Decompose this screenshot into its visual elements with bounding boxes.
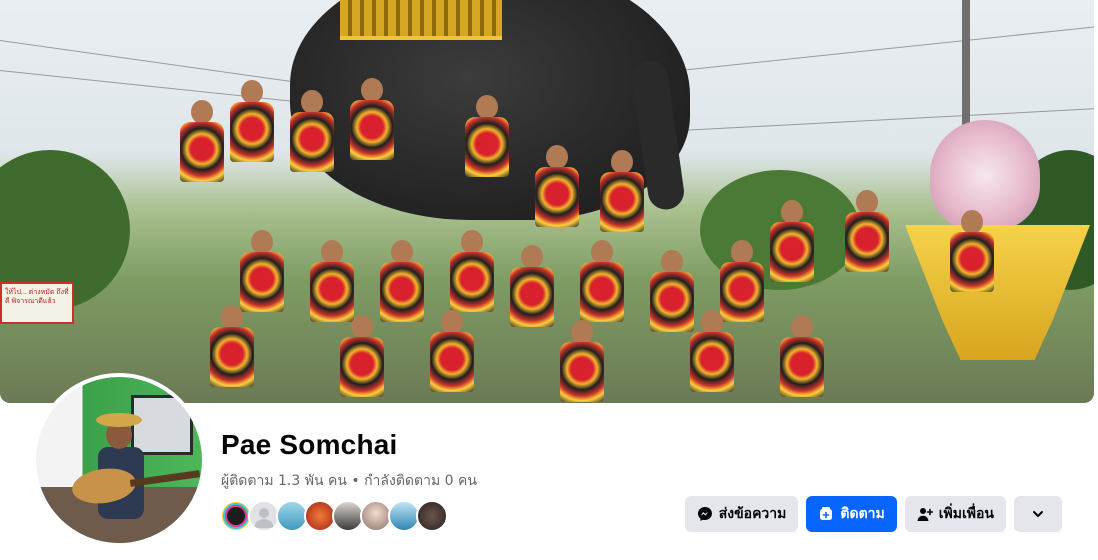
profile-picture[interactable] [32,373,206,547]
profile-photo [36,377,202,543]
power-line [679,26,1094,71]
person [510,245,554,375]
person [350,78,394,208]
follow-icon [818,506,834,522]
follow-button[interactable]: ติดตาม [806,496,897,532]
elephant-saddle [340,0,502,40]
cover-photo[interactable]: ให้ไป... ต่างหมัด ถึงที่ดี พิจารณาดีแล้ว [0,0,1094,403]
chevron-down-icon [1030,506,1046,522]
hat [96,413,142,427]
person [950,210,994,340]
person [430,310,474,403]
add-friend-icon [917,506,933,522]
utility-pole [962,0,970,140]
person [230,80,274,210]
profile-actions: ส่งข้อความ ติดตาม เพิ่มเพื่อน [684,496,1062,532]
message-button[interactable]: ส่งข้อความ [684,496,799,532]
power-line [0,40,298,83]
person [290,90,334,220]
person [180,100,224,230]
profile-name: Pae Somchai [221,429,398,460]
roadside-sign: ให้ไป... ต่างหมัด ถึงที่ดี พิจารณาดีแล้ว [0,282,74,324]
person [210,305,254,403]
person [780,315,824,403]
person [650,250,694,380]
person [845,190,889,320]
friend-avatar[interactable] [416,500,448,532]
mutual-friends-row [220,500,448,532]
person [465,95,509,225]
more-options-button[interactable] [1014,496,1062,532]
follow-stats[interactable]: ผู้ติดตาม 1.3 พัน คน • กำลังติดตาม 0 คน [221,470,477,492]
sign-text: ให้ไป... ต่างหมัด ถึงที่ดี พิจารณาดีแล้ว [5,289,69,306]
person [690,310,734,403]
person [560,320,604,403]
person [380,240,424,370]
message-label: ส่งข้อความ [718,506,787,522]
person [340,315,384,403]
messenger-icon [697,506,713,522]
golden-planter [905,225,1090,360]
crowd [110,78,994,403]
default-avatar-icon [254,508,274,528]
follow-label: ติดตาม [840,506,885,522]
window [131,395,193,455]
person [770,200,814,330]
add-friend-label: เพิ่มเพื่อน [938,506,994,522]
add-friend-button[interactable]: เพิ่มเพื่อน [904,496,1006,532]
